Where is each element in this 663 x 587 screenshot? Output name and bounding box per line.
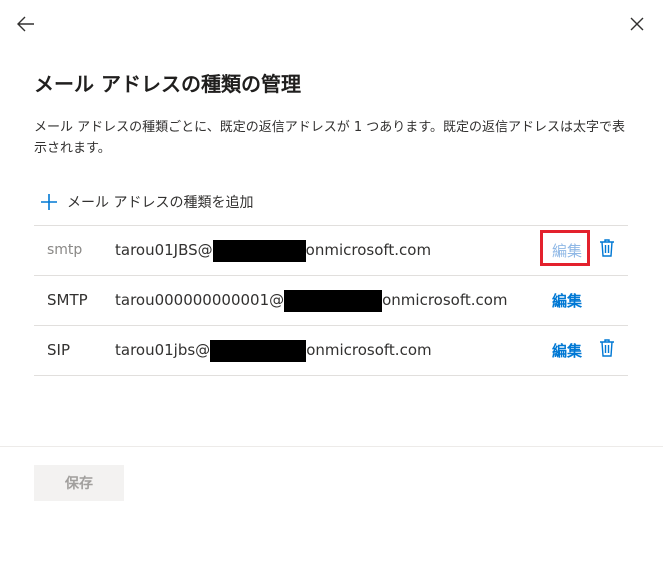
back-arrow-icon[interactable] <box>14 12 38 36</box>
edit-button[interactable]: 編集 <box>552 290 582 311</box>
email-address: tarou01JBS@ onmicrosoft.com <box>115 226 431 275</box>
add-email-type-button[interactable]: メール アドレスの種類を追加 <box>40 190 253 214</box>
email-address-suffix: onmicrosoft.com <box>306 341 432 359</box>
footer-divider <box>0 446 663 447</box>
email-address-prefix: tarou000000000001@ <box>115 291 285 309</box>
email-row-sip: SIP tarou01jbs@ onmicrosoft.com 編集 <box>34 326 628 376</box>
trash-icon[interactable] <box>598 238 616 258</box>
redacted-block <box>284 289 383 312</box>
email-type: SMTP <box>47 291 88 309</box>
email-address: tarou000000000001@ onmicrosoft.com <box>115 276 508 325</box>
email-address: tarou01jbs@ onmicrosoft.com <box>115 326 432 375</box>
save-button[interactable]: 保存 <box>34 465 124 501</box>
edit-button[interactable]: 編集 <box>552 240 582 261</box>
edit-button[interactable]: 編集 <box>552 340 582 361</box>
redacted-block <box>212 239 306 262</box>
email-address-suffix: onmicrosoft.com <box>305 241 432 259</box>
email-address-list: smtp tarou01JBS@ onmicrosoft.com 編集 SMTP … <box>34 225 628 376</box>
email-row-smtp-secondary: smtp tarou01JBS@ onmicrosoft.com 編集 <box>34 226 628 276</box>
close-icon[interactable] <box>626 13 648 35</box>
email-address-prefix: tarou01jbs@ <box>115 341 211 359</box>
email-type: SIP <box>47 341 70 359</box>
plus-icon <box>41 194 57 210</box>
email-type: smtp <box>47 242 83 258</box>
email-address-prefix: tarou01JBS@ <box>115 241 213 259</box>
email-row-smtp-primary: SMTP tarou000000000001@ onmicrosoft.com 編… <box>34 276 628 326</box>
email-address-suffix: onmicrosoft.com <box>382 291 508 309</box>
page-description: メール アドレスの種類ごとに、既定の返信アドレスが 1 つあります。既定の返信ア… <box>34 120 625 156</box>
page-title: メール アドレスの種類の管理 <box>34 72 301 96</box>
add-email-type-label: メール アドレスの種類を追加 <box>67 195 254 211</box>
trash-icon[interactable] <box>598 338 616 358</box>
redacted-block <box>210 339 307 362</box>
